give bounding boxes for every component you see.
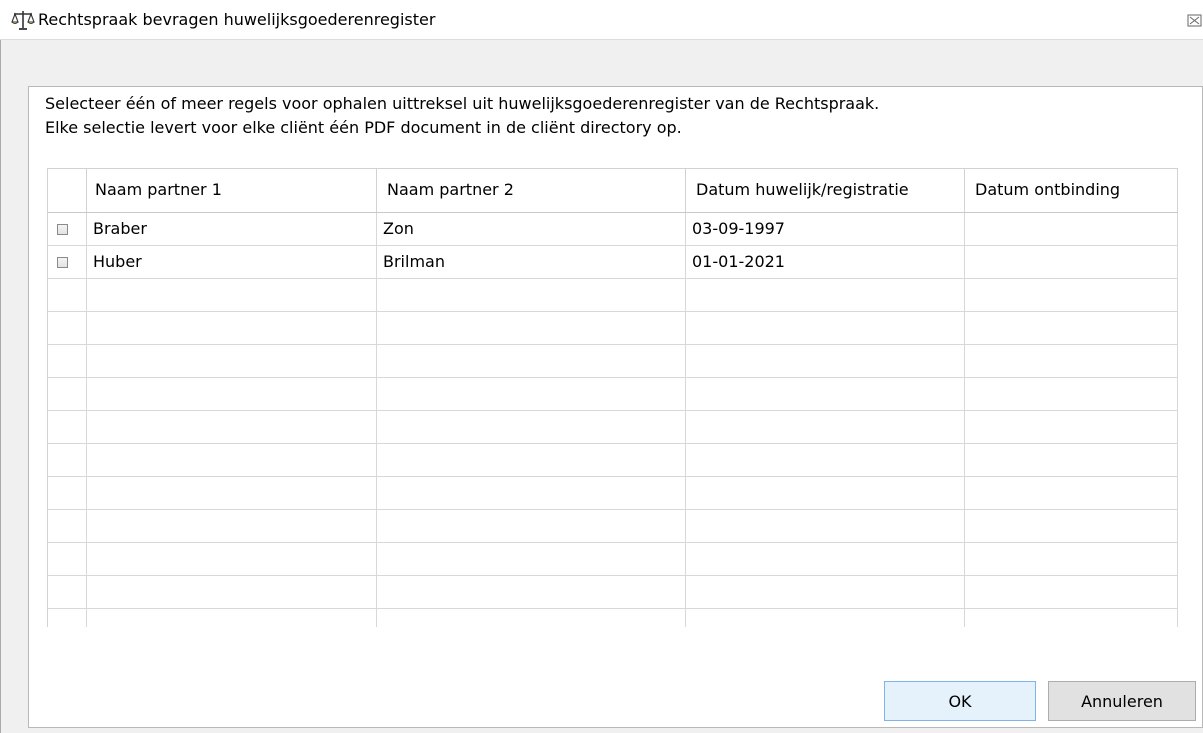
table-row[interactable]: Huber Brilman 01-01-2021: [48, 246, 1178, 279]
marriage-date-cell: [686, 543, 965, 576]
dissolution-date-cell: [965, 609, 1178, 627]
table-row[interactable]: [48, 543, 1178, 576]
scales-of-justice-icon: [11, 11, 35, 30]
partner1-cell: [87, 444, 377, 477]
row-select-cell: [48, 444, 87, 477]
dissolution-date-cell: [965, 378, 1178, 411]
row-select-cell: [48, 609, 87, 627]
marriage-date-cell: 01-01-2021: [686, 246, 965, 279]
marriage-date-cell: [686, 477, 965, 510]
marriage-date-cell: [686, 576, 965, 609]
marriage-date-cell: 03-09-1997: [686, 213, 965, 246]
table-row[interactable]: [48, 444, 1178, 477]
marriage-date-cell: [686, 411, 965, 444]
partner2-cell: Zon: [377, 213, 686, 246]
partner2-cell: [377, 477, 686, 510]
row-checkbox[interactable]: [57, 224, 68, 235]
partner1-cell: [87, 378, 377, 411]
marriage-date-cell: [686, 345, 965, 378]
partner2-cell: [377, 345, 686, 378]
row-select-cell: [48, 576, 87, 609]
column-header-marriage-date[interactable]: Datum huwelijk/registratie: [686, 169, 965, 212]
column-header-select: [48, 169, 87, 212]
marriage-date-cell: [686, 510, 965, 543]
row-select-cell: [48, 411, 87, 444]
marriage-date-cell: [686, 279, 965, 312]
row-select-cell: [48, 246, 87, 279]
cancel-button[interactable]: Annuleren: [1048, 681, 1196, 721]
table-row[interactable]: [48, 345, 1178, 378]
partner2-cell: [377, 510, 686, 543]
row-select-cell: [48, 510, 87, 543]
dissolution-date-cell: [965, 312, 1178, 345]
row-select-cell: [48, 312, 87, 345]
table-header: Naam partner 1 Naam partner 2 Datum huwe…: [48, 169, 1178, 213]
close-icon[interactable]: [1186, 10, 1203, 30]
column-header-partner2[interactable]: Naam partner 2: [377, 169, 686, 212]
table-row[interactable]: [48, 312, 1178, 345]
row-select-cell: [48, 543, 87, 576]
marriage-date-cell: [686, 609, 965, 627]
table-row[interactable]: [48, 609, 1178, 627]
marriage-date-cell: [686, 312, 965, 345]
dissolution-date-cell: [965, 543, 1178, 576]
dissolution-date-cell: [965, 213, 1178, 246]
row-select-cell: [48, 378, 87, 411]
partner1-cell: Huber: [87, 246, 377, 279]
row-select-cell: [48, 213, 87, 246]
column-header-partner1[interactable]: Naam partner 1: [87, 169, 377, 212]
dissolution-date-cell: [965, 444, 1178, 477]
row-select-cell: [48, 279, 87, 312]
instruction-line-1: Selecteer één of meer regels voor ophale…: [45, 94, 880, 113]
column-header-dissolution-date[interactable]: Datum ontbinding: [965, 169, 1178, 212]
dissolution-date-cell: [965, 510, 1178, 543]
dissolution-date-cell: [965, 279, 1178, 312]
partner1-cell: [87, 609, 377, 627]
row-checkbox[interactable]: [57, 257, 68, 268]
partner2-cell: [377, 411, 686, 444]
table-row[interactable]: [48, 279, 1178, 312]
title-bar: Rechtspraak bevragen huwelijksgoederenre…: [0, 0, 1203, 40]
partner1-cell: [87, 510, 377, 543]
table-row[interactable]: [48, 576, 1178, 609]
partner1-cell: Braber: [87, 213, 377, 246]
partner2-cell: [377, 378, 686, 411]
partner2-cell: [377, 543, 686, 576]
partner1-cell: [87, 345, 377, 378]
row-select-cell: [48, 345, 87, 378]
ok-button[interactable]: OK: [884, 681, 1036, 721]
table-row[interactable]: [48, 411, 1178, 444]
dissolution-date-cell: [965, 477, 1178, 510]
dissolution-date-cell: [965, 576, 1178, 609]
table-row[interactable]: Braber Zon 03-09-1997: [48, 213, 1178, 246]
table-row[interactable]: [48, 378, 1178, 411]
dissolution-date-cell: [965, 411, 1178, 444]
partner1-cell: [87, 576, 377, 609]
marriage-date-cell: [686, 378, 965, 411]
instruction-line-2: Elke selectie levert voor elke cliënt éé…: [45, 118, 682, 137]
partner2-cell: [377, 279, 686, 312]
partner2-cell: [377, 312, 686, 345]
partner1-cell: [87, 477, 377, 510]
dissolution-date-cell: [965, 246, 1178, 279]
partner2-cell: [377, 609, 686, 627]
partner1-cell: [87, 312, 377, 345]
partner2-cell: [377, 444, 686, 477]
table-row[interactable]: [48, 510, 1178, 543]
partner1-cell: [87, 543, 377, 576]
marriage-register-table[interactable]: Naam partner 1 Naam partner 2 Datum huwe…: [47, 168, 1178, 627]
partner1-cell: [87, 279, 377, 312]
table-row[interactable]: [48, 477, 1178, 510]
partner2-cell: Brilman: [377, 246, 686, 279]
dissolution-date-cell: [965, 345, 1178, 378]
partner1-cell: [87, 411, 377, 444]
window-title: Rechtspraak bevragen huwelijksgoederenre…: [38, 10, 436, 29]
partner2-cell: [377, 576, 686, 609]
row-select-cell: [48, 477, 87, 510]
marriage-date-cell: [686, 444, 965, 477]
